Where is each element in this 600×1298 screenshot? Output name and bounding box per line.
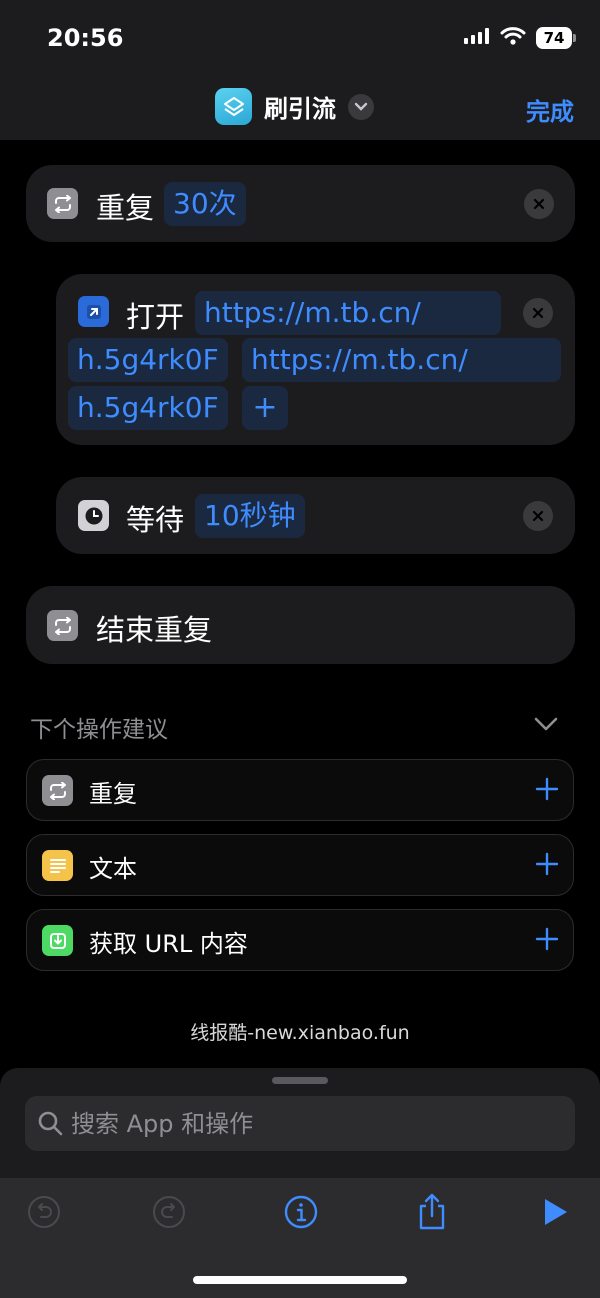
battery-level: 74	[543, 29, 565, 47]
url-token-1b[interactable]: h.5g4rk0F	[68, 338, 228, 382]
repeat-icon	[42, 775, 73, 806]
open-urls-action[interactable]: 打开 https://m.tb.cn/ h.5g4rk0F https://m.…	[56, 274, 575, 445]
shortcuts-layers-icon	[215, 88, 252, 125]
suggestion-repeat[interactable]: 重复	[26, 759, 574, 821]
wait-label: 等待	[126, 503, 185, 537]
undo-button[interactable]	[24, 1192, 64, 1232]
nav-bar: 刷引流 完成	[0, 76, 600, 140]
watermark-text: 线报酷-new.xianbao.fun	[190, 1022, 410, 1044]
repeat-icon	[47, 610, 78, 641]
search-icon	[37, 1110, 63, 1140]
suggestion-label: 获取 URL 内容	[89, 930, 248, 958]
shortcut-editor: 重复 30次 打开 https://m.tb.cn/ h.5g4rk0F htt…	[0, 140, 600, 1068]
wait-action[interactable]: 等待 10秒钟	[56, 477, 575, 554]
url-token-1a[interactable]: https://m.tb.cn/	[195, 291, 501, 335]
suggestions-header: 下个操作建议	[30, 717, 168, 743]
add-icon[interactable]	[535, 777, 559, 805]
done-button[interactable]: 完成	[526, 92, 574, 127]
url-token-2b[interactable]: h.5g4rk0F	[68, 386, 228, 430]
status-time: 20:56	[47, 24, 124, 52]
remove-action-button[interactable]	[523, 298, 553, 328]
add-icon[interactable]	[535, 927, 559, 955]
wifi-icon	[500, 26, 526, 50]
chevron-down-icon[interactable]	[534, 716, 558, 735]
status-bar: 20:56 74	[0, 0, 600, 76]
share-button[interactable]	[412, 1192, 452, 1232]
shortcut-title: 刷引流	[264, 95, 336, 123]
suggestion-label: 重复	[89, 780, 137, 808]
remove-action-button[interactable]	[524, 189, 554, 219]
url-token-2a[interactable]: https://m.tb.cn/	[242, 338, 561, 382]
action-search-sheet	[0, 1068, 600, 1298]
shortcut-title-menu[interactable]: 刷引流	[215, 88, 374, 125]
add-url-button[interactable]: +	[242, 386, 288, 430]
cellular-signal-icon	[464, 27, 490, 49]
redo-button[interactable]	[149, 1192, 189, 1232]
suggestion-text[interactable]: 文本	[26, 834, 574, 896]
chevron-down-icon[interactable]	[348, 93, 374, 120]
download-icon	[42, 925, 73, 956]
remove-action-button[interactable]	[523, 501, 553, 531]
search-input[interactable]	[71, 1096, 561, 1151]
suggestion-label: 文本	[89, 855, 137, 883]
end-repeat-label: 结束重复	[96, 613, 213, 647]
sheet-grabber[interactable]	[272, 1077, 328, 1084]
info-button[interactable]	[281, 1192, 321, 1232]
repeat-label: 重复	[96, 191, 155, 225]
text-icon	[42, 850, 73, 881]
open-label: 打开	[126, 300, 185, 334]
open-url-icon	[78, 296, 109, 327]
status-indicators: 74	[464, 26, 576, 50]
battery-indicator: 74	[536, 27, 576, 49]
end-repeat-action[interactable]: 结束重复	[26, 586, 575, 664]
suggestion-get-url-contents[interactable]: 获取 URL 内容	[26, 909, 574, 971]
repeat-icon	[47, 188, 78, 219]
clock-icon	[78, 500, 109, 531]
search-field[interactable]	[25, 1096, 575, 1151]
repeat-count-token[interactable]: 30次	[164, 182, 246, 226]
run-play-button[interactable]	[535, 1192, 575, 1232]
editor-toolbar	[0, 1178, 600, 1298]
home-indicator	[193, 1276, 407, 1284]
repeat-action[interactable]: 重复 30次	[26, 165, 575, 242]
add-icon[interactable]	[535, 852, 559, 880]
wait-duration-token[interactable]: 10秒钟	[195, 494, 305, 538]
